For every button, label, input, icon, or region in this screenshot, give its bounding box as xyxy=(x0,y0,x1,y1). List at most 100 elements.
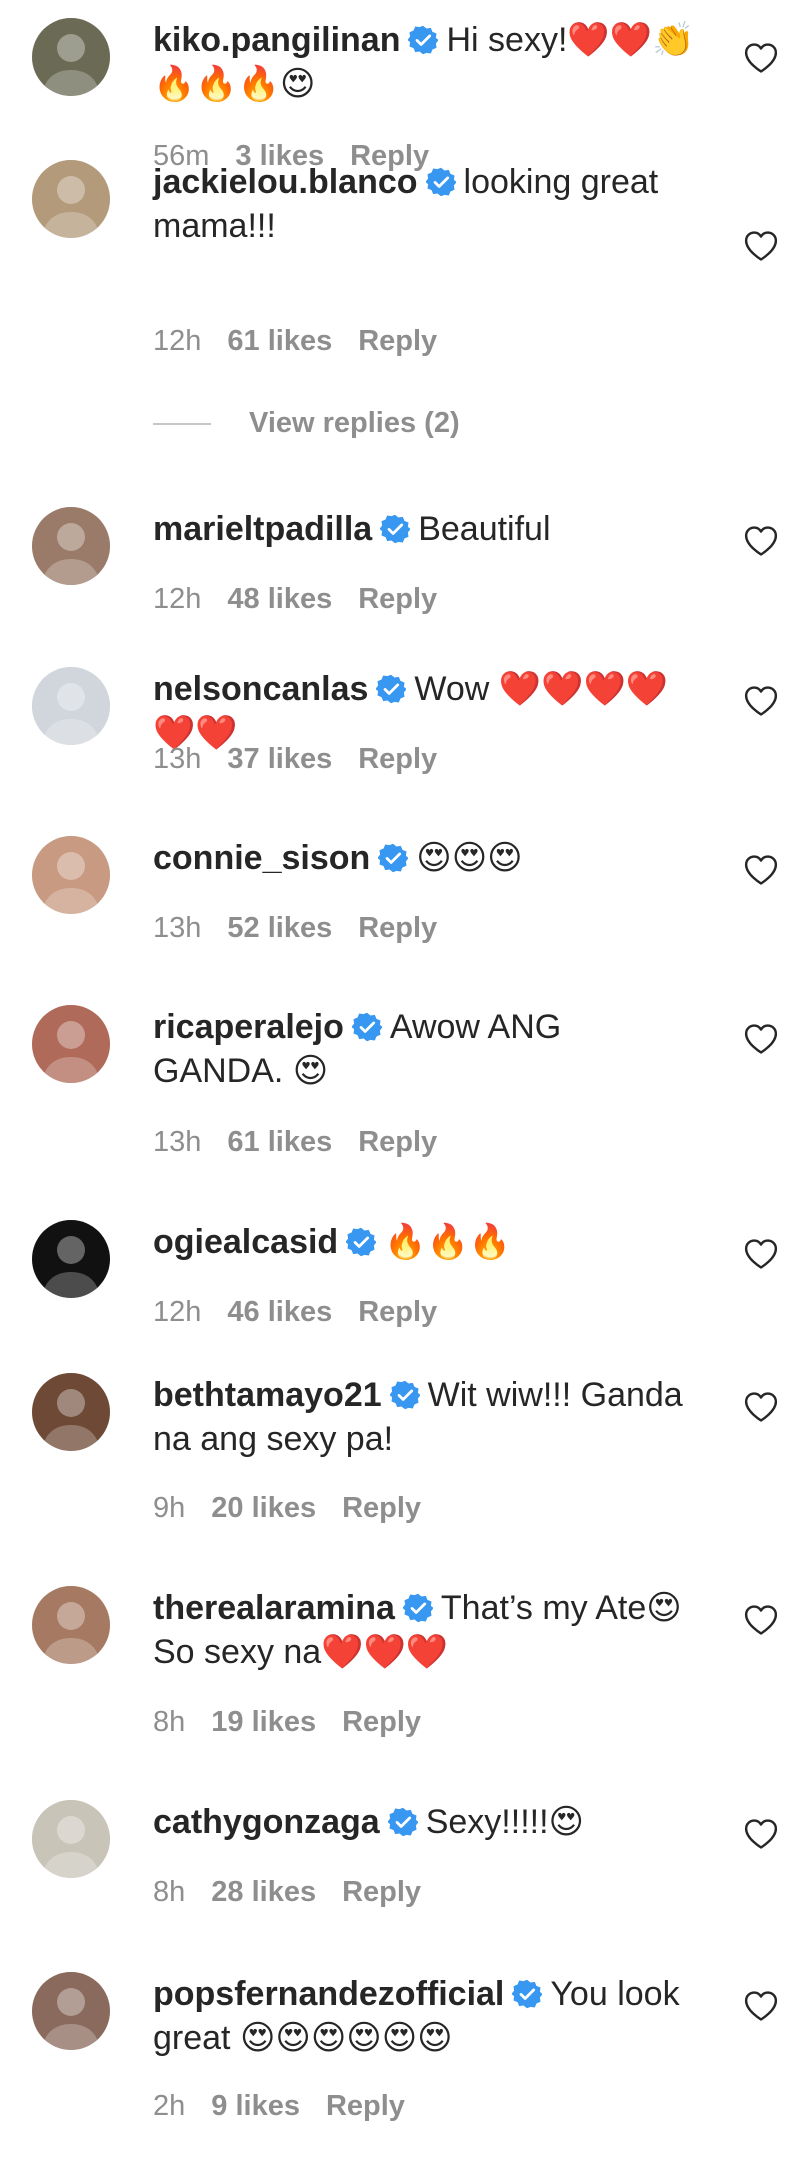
username-link[interactable]: marieltpadilla xyxy=(153,510,372,548)
reply-button[interactable]: Reply xyxy=(342,1492,421,1524)
timestamp[interactable]: 8h xyxy=(153,1706,185,1738)
verified-badge-icon xyxy=(346,1227,377,1257)
likes-count[interactable]: 61 likes xyxy=(227,1126,332,1158)
comment-text-block: ogiealcasid 🔥🔥🔥 xyxy=(153,1220,698,1264)
timestamp[interactable]: 13h xyxy=(153,1126,201,1158)
timestamp[interactable]: 12h xyxy=(153,325,201,357)
avatar[interactable] xyxy=(32,18,110,96)
view-replies-button[interactable]: View replies (2) xyxy=(153,405,460,441)
reply-button[interactable]: Reply xyxy=(358,325,437,357)
comment-text-block: ricaperalejo Awow ANG GANDA. 😍 xyxy=(153,1005,698,1093)
avatar[interactable] xyxy=(32,667,110,745)
username-link[interactable]: nelsoncanlas xyxy=(153,670,368,708)
timestamp[interactable]: 13h xyxy=(153,912,201,944)
username-link[interactable]: jackielou.blanco xyxy=(153,163,418,201)
timestamp[interactable]: 13h xyxy=(153,743,201,775)
comment-text-block: connie_sison 😍😍😍 xyxy=(153,836,698,880)
likes-count[interactable]: 19 likes xyxy=(211,1706,316,1738)
comment-text-block: bethtamayo21 Wit wiw!!! Ganda na ang sexy… xyxy=(153,1373,698,1461)
comments-list: kiko.pangilinan Hi sexy!❤️❤️👏🔥🔥🔥😍 56m 3 lik… xyxy=(0,0,800,2164)
comment-meta: 13h 61 likes Reply xyxy=(153,1124,463,1160)
replies-divider-line xyxy=(153,423,211,426)
comment-text-block: jackielou.blanco looking great mama!!! xyxy=(153,160,698,248)
comment-meta: 12h 48 likes Reply xyxy=(153,581,463,617)
comment-text-block: marieltpadilla Beautiful xyxy=(153,507,698,551)
avatar[interactable] xyxy=(32,1972,110,2050)
heart-outline-icon[interactable] xyxy=(744,1023,778,1055)
reply-button[interactable]: Reply xyxy=(358,912,437,944)
avatar[interactable] xyxy=(32,1373,110,1451)
timestamp[interactable]: 8h xyxy=(153,1876,185,1908)
username-link[interactable]: ogiealcasid xyxy=(153,1223,338,1261)
avatar[interactable] xyxy=(32,1800,110,1878)
comment-text-block: therealaramina That’s my Ate😍 So sexy na❤… xyxy=(153,1586,698,1674)
heart-outline-icon[interactable] xyxy=(744,525,778,557)
heart-outline-icon[interactable] xyxy=(744,230,778,262)
comment-text-block: kiko.pangilinan Hi sexy!❤️❤️👏🔥🔥🔥😍 xyxy=(153,18,698,106)
reply-button[interactable]: Reply xyxy=(358,1126,437,1158)
avatar[interactable] xyxy=(32,1220,110,1298)
avatar[interactable] xyxy=(32,836,110,914)
comment-meta: 2h 9 likes Reply xyxy=(153,2088,431,2124)
verified-badge-icon xyxy=(389,1380,420,1410)
timestamp[interactable]: 2h xyxy=(153,2090,185,2122)
comment-body: 😍😍😍 xyxy=(416,839,523,877)
heart-outline-icon[interactable] xyxy=(744,42,778,74)
heart-outline-icon[interactable] xyxy=(744,1990,778,2022)
username-link[interactable]: ricaperalejo xyxy=(153,1008,344,1046)
avatar[interactable] xyxy=(32,1005,110,1083)
likes-count[interactable]: 28 likes xyxy=(211,1876,316,1908)
verified-badge-icon xyxy=(408,25,439,55)
verified-badge-icon xyxy=(380,514,411,544)
reply-button[interactable]: Reply xyxy=(342,1706,421,1738)
comment-meta: 13h 52 likes Reply xyxy=(153,910,463,946)
avatar[interactable] xyxy=(32,1586,110,1664)
comment-meta: 8h 19 likes Reply xyxy=(153,1704,447,1740)
avatar[interactable] xyxy=(32,160,110,238)
likes-count[interactable]: 37 likes xyxy=(227,743,332,775)
verified-badge-icon xyxy=(376,674,407,704)
heart-outline-icon[interactable] xyxy=(744,1391,778,1423)
comment-meta: 12h 61 likes Reply xyxy=(153,323,463,359)
comment-meta: 8h 28 likes Reply xyxy=(153,1874,447,1910)
comment-text-block: popsfernandezofficial You look great 😍😍😍😍… xyxy=(153,1972,698,2060)
reply-button[interactable]: Reply xyxy=(358,743,437,775)
timestamp[interactable]: 12h xyxy=(153,1296,201,1328)
username-link[interactable]: kiko.pangilinan xyxy=(153,21,400,59)
avatar[interactable] xyxy=(32,507,110,585)
heart-outline-icon[interactable] xyxy=(744,1818,778,1850)
comment-body: Sexy!!!!!😍 xyxy=(425,1803,584,1841)
timestamp[interactable]: 12h xyxy=(153,583,201,615)
comment-body: 🔥🔥🔥 xyxy=(384,1223,512,1261)
reply-button[interactable]: Reply xyxy=(358,1296,437,1328)
likes-count[interactable]: 9 likes xyxy=(211,2090,300,2122)
verified-badge-icon xyxy=(425,167,456,197)
comment-meta: 12h 46 likes Reply xyxy=(153,1294,463,1330)
comment-meta: 9h 20 likes Reply xyxy=(153,1490,447,1526)
comment-meta: 13h 37 likes Reply xyxy=(153,741,463,777)
likes-count[interactable]: 52 likes xyxy=(227,912,332,944)
username-link[interactable]: popsfernandezofficial xyxy=(153,1975,504,2013)
heart-outline-icon[interactable] xyxy=(744,1604,778,1636)
heart-outline-icon[interactable] xyxy=(744,1238,778,1270)
heart-outline-icon[interactable] xyxy=(744,685,778,717)
verified-badge-icon xyxy=(512,1979,543,2009)
likes-count[interactable]: 48 likes xyxy=(227,583,332,615)
username-link[interactable]: therealaramina xyxy=(153,1589,395,1627)
reply-button[interactable]: Reply xyxy=(326,2090,405,2122)
likes-count[interactable]: 20 likes xyxy=(211,1492,316,1524)
comment-body: Beautiful xyxy=(418,510,551,548)
username-link[interactable]: connie_sison xyxy=(153,839,370,877)
likes-count[interactable]: 61 likes xyxy=(227,325,332,357)
username-link[interactable]: bethtamayo21 xyxy=(153,1376,382,1414)
verified-badge-icon xyxy=(387,1807,418,1837)
reply-button[interactable]: Reply xyxy=(358,583,437,615)
verified-badge-icon xyxy=(402,1593,433,1623)
reply-button[interactable]: Reply xyxy=(342,1876,421,1908)
heart-outline-icon[interactable] xyxy=(744,854,778,886)
timestamp[interactable]: 9h xyxy=(153,1492,185,1524)
username-link[interactable]: cathygonzaga xyxy=(153,1803,380,1841)
view-replies-label: View replies (2) xyxy=(249,407,460,439)
verified-badge-icon xyxy=(351,1012,382,1042)
likes-count[interactable]: 46 likes xyxy=(227,1296,332,1328)
